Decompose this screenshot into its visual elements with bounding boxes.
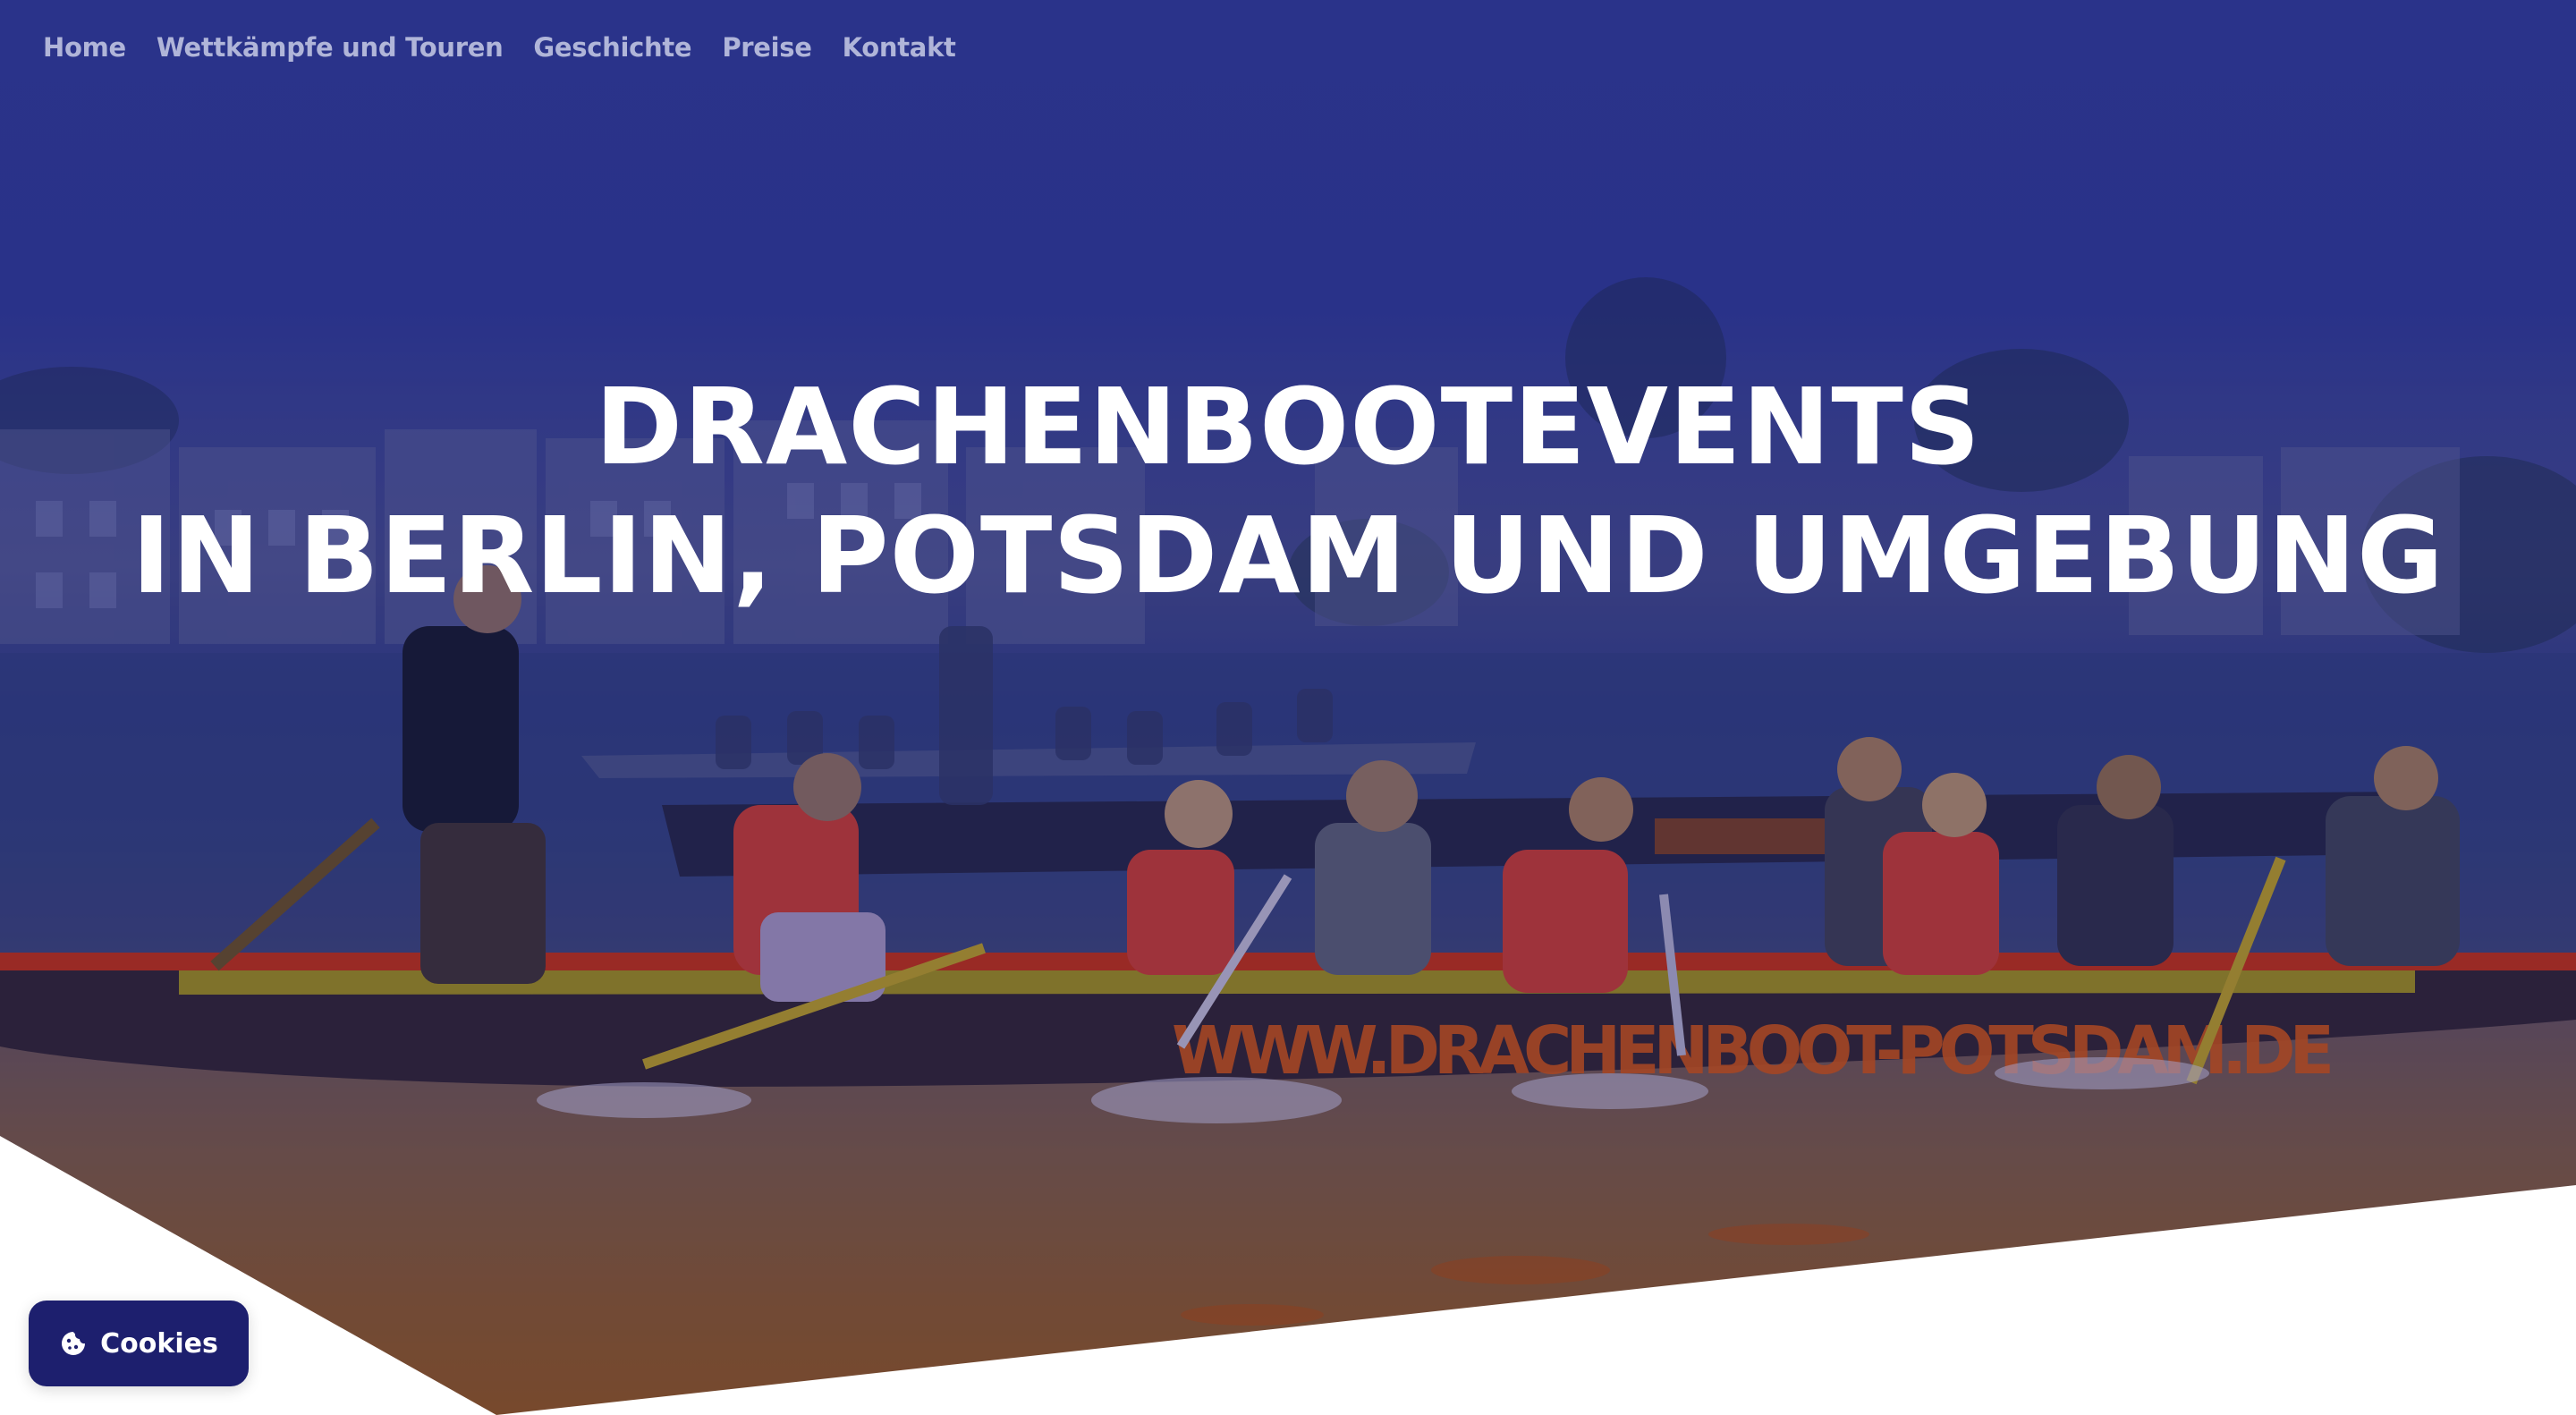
nav-item-home[interactable]: Home (43, 32, 126, 63)
hero-overlay (0, 0, 2576, 1415)
cookies-button-label: Cookies (100, 1327, 218, 1360)
hero-headline: DRACHENBOOTEVENTS IN BERLIN, POTSDAM UND… (0, 362, 2576, 620)
hero-section: WWW.DRACHENBOOT-POTSDAM.DE (0, 0, 2576, 1415)
cookies-button[interactable]: Cookies (29, 1301, 249, 1386)
main-nav: Home Wettkämpfe und Touren Geschichte Pr… (43, 32, 956, 63)
hero-headline-line-2: IN BERLIN, POTSDAM UND UMGEBUNG (131, 494, 2445, 617)
hero-headline-line-1: DRACHENBOOTEVENTS (595, 365, 1981, 488)
cookie-icon (62, 1332, 86, 1355)
nav-item-preise[interactable]: Preise (722, 32, 812, 63)
nav-item-geschichte[interactable]: Geschichte (533, 32, 691, 63)
page: WWW.DRACHENBOOT-POTSDAM.DE Home Wettkämp… (0, 0, 2576, 1415)
nav-item-kontakt[interactable]: Kontakt (843, 32, 956, 63)
nav-item-wettkaempfe-und-touren[interactable]: Wettkämpfe und Touren (157, 32, 504, 63)
